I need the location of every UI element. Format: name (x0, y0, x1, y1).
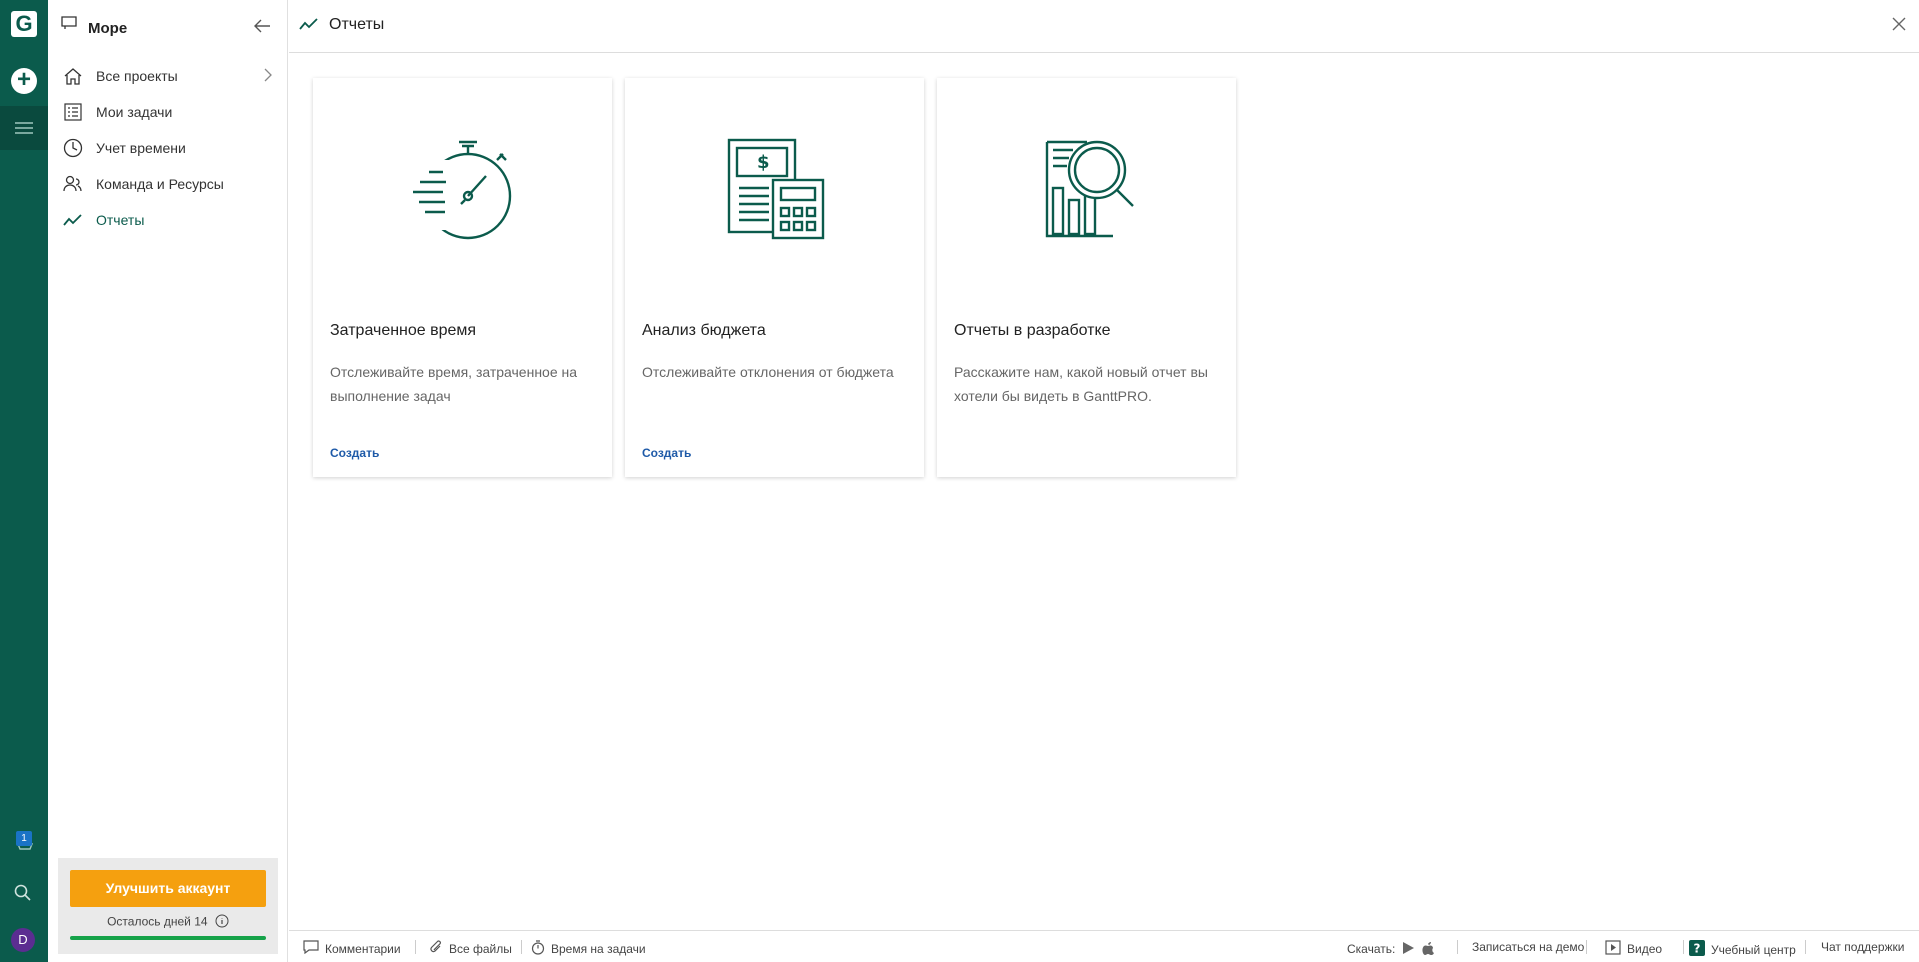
files-label: Все файлы (449, 941, 512, 956)
support-label: Чат поддержки (1821, 940, 1905, 954)
divider (415, 940, 416, 954)
budget-calculator-icon: $ (625, 130, 924, 250)
stopwatch-icon (313, 130, 612, 250)
footer-bar: Комментарии Все файлы Время на задачи Ск… (289, 930, 1919, 962)
sidebar-item-my-tasks[interactable]: Мои задачи (48, 94, 288, 130)
trend-icon (299, 17, 319, 36)
video-link[interactable]: Видео (1605, 940, 1662, 958)
report-card-in-development[interactable]: Отчеты в разработке Расскажите нам, како… (937, 78, 1236, 477)
report-card-budget[interactable]: $ Анализ бюджета Отслеживайте отклонения… (625, 78, 924, 477)
sidebar-item-label: Мои задачи (96, 104, 173, 120)
magnifier-chart-icon (937, 130, 1236, 250)
sidebar-nav: Все проекты Мои задачи Учет времени Кома… (48, 58, 288, 238)
menu-icon[interactable] (0, 106, 48, 150)
google-play-icon[interactable] (1401, 941, 1415, 958)
upgrade-button[interactable]: Улучшить аккаунт (70, 870, 266, 907)
sidebar-item-label: Учет времени (96, 140, 186, 156)
home-icon (62, 66, 84, 86)
comments-link[interactable]: Комментарии (303, 940, 401, 957)
close-icon[interactable] (1891, 16, 1907, 37)
video-icon (1605, 940, 1621, 958)
svg-text:?: ? (1694, 942, 1701, 956)
back-arrow-icon[interactable] (253, 18, 271, 39)
sidebar-item-label: Все проекты (96, 68, 178, 84)
clock-icon (62, 138, 84, 158)
sidebar-item-label: Отчеты (96, 212, 145, 228)
time-on-tasks-link[interactable]: Время на задачи (531, 940, 646, 958)
comments-label: Комментарии (325, 941, 401, 956)
create-report-link[interactable]: Создать (330, 446, 379, 460)
sidebar: Море Все проекты Мои задачи Учет времени… (48, 0, 288, 962)
task-list-icon (62, 102, 84, 122)
page-title: Отчеты (329, 16, 385, 33)
divider (521, 940, 522, 954)
app-rail: G + 1 D (0, 0, 48, 962)
trial-days-text: Осталось дней 14 (107, 914, 208, 929)
project-header: Море (60, 14, 127, 37)
sidebar-item-team[interactable]: Команда и Ресурсы (48, 166, 288, 202)
card-description: Расскажите нам, какой новый отчет вы хот… (954, 364, 1208, 404)
card-title: Затраченное время (330, 322, 477, 339)
download-label: Скачать: (1347, 942, 1396, 956)
comment-icon (303, 940, 319, 957)
card-description: Отслеживайте время, затраченное на выпол… (330, 364, 578, 404)
time-label: Время на задачи (551, 942, 646, 956)
project-title: Море (88, 20, 128, 37)
svg-text:$: $ (757, 152, 770, 173)
search-icon[interactable] (14, 884, 32, 907)
avatar[interactable]: D (11, 928, 35, 952)
trial-progress-bar (70, 936, 266, 940)
support-chat-link[interactable]: Чат поддержки (1821, 940, 1904, 954)
learning-label: Учебный центр (1711, 942, 1796, 957)
notification-badge: 1 (16, 831, 32, 846)
download-apps: Скачать: (1347, 940, 1435, 958)
divider (1805, 940, 1806, 954)
demo-link[interactable]: Записаться на демо (1472, 940, 1584, 954)
sidebar-item-time-tracking[interactable]: Учет времени (48, 130, 288, 166)
learning-center-link[interactable]: ? Учебный центр (1689, 940, 1796, 959)
trend-icon (62, 210, 84, 230)
trial-days-left: Осталось дней 14 (58, 914, 278, 931)
info-icon[interactable] (215, 914, 229, 931)
files-link[interactable]: Все файлы (429, 940, 512, 957)
demo-label: Записаться на демо (1472, 940, 1585, 954)
question-icon: ? (1689, 940, 1705, 959)
create-button[interactable]: + (11, 68, 37, 94)
report-card-time-spent[interactable]: Затраченное время Отслеживайте время, за… (313, 78, 612, 477)
page-header: Отчеты (289, 0, 1919, 53)
project-icon (60, 15, 78, 36)
divider (1457, 940, 1458, 954)
stopwatch-small-icon (531, 940, 545, 958)
chevron-right-icon (264, 68, 272, 85)
card-title: Анализ бюджета (642, 322, 766, 339)
card-description: Отслеживайте отклонения от бюджета (642, 364, 894, 380)
create-report-link[interactable]: Создать (642, 446, 691, 460)
apple-icon[interactable] (1421, 940, 1435, 958)
sidebar-item-reports[interactable]: Отчеты (48, 202, 288, 238)
sidebar-item-label: Команда и Ресурсы (96, 176, 224, 192)
app-logo[interactable]: G (11, 11, 37, 37)
paperclip-icon (429, 940, 443, 957)
sidebar-item-all-projects[interactable]: Все проекты (48, 58, 288, 94)
video-label: Видео (1627, 942, 1663, 956)
card-title: Отчеты в разработке (954, 322, 1111, 339)
team-icon (62, 174, 84, 194)
divider (1586, 940, 1587, 954)
divider (1683, 940, 1684, 954)
upgrade-panel: Улучшить аккаунт Осталось дней 14 (58, 858, 278, 954)
